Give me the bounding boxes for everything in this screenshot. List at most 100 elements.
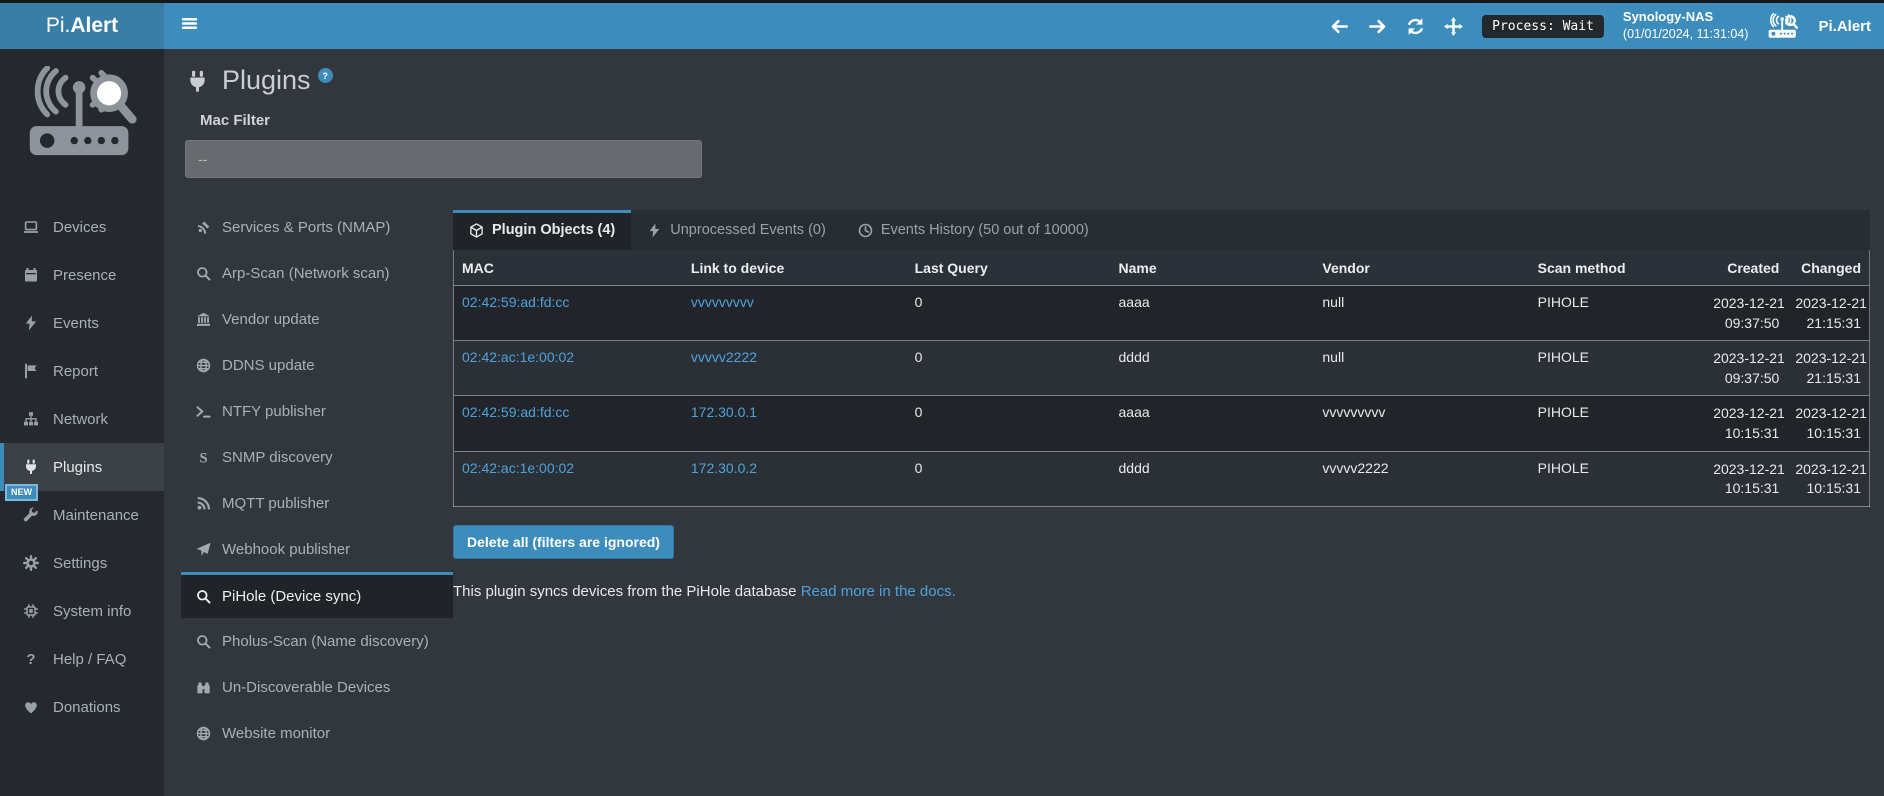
sidebar-item-label: Report <box>53 363 98 380</box>
delete-all-button[interactable]: Delete all (filters are ignored) <box>453 525 674 559</box>
sidebar-item-events[interactable]: Events <box>0 299 164 347</box>
sidebar-item-label: Presence <box>53 267 116 284</box>
cell-name: aaaa <box>1111 396 1315 451</box>
column-header-vendor: Vendor <box>1314 250 1529 286</box>
paper-plane-icon <box>195 542 212 557</box>
plugin-nav-item-snmp-discovery[interactable]: SSNMP discovery <box>181 434 453 480</box>
svg-text:?: ? <box>26 651 35 667</box>
pialert-logo <box>0 66 164 163</box>
forward-icon[interactable] <box>1368 17 1387 36</box>
router-logo-icon <box>1767 13 1799 40</box>
cell-changed: 2023-12-2121:15:31 <box>1787 341 1869 396</box>
cell-name: dddd <box>1111 451 1315 506</box>
plug-icon <box>22 459 40 475</box>
device-link[interactable]: 172.30.0.1 <box>691 404 757 420</box>
plugin-nav-item-webhook-publisher[interactable]: Webhook publisher <box>181 526 453 572</box>
plug-icon <box>186 70 209 98</box>
cell-last-query: 0 <box>907 341 1111 396</box>
mac-link[interactable]: 02:42:ac:1e:00:02 <box>462 349 574 365</box>
search-icon <box>195 266 212 281</box>
cell-mac: 02:42:59:ad:fd:cc <box>454 286 683 341</box>
help-badge[interactable]: ? <box>318 68 333 83</box>
cell-changed: 2023-12-2121:15:31 <box>1787 286 1869 341</box>
globe-icon <box>195 726 212 741</box>
wrench-icon <box>22 507 40 523</box>
laptop-icon <box>22 219 40 235</box>
mac-link[interactable]: 02:42:59:ad:fd:cc <box>462 294 569 310</box>
brand-prefix: Pi. <box>46 14 71 38</box>
sidebar-item-settings[interactable]: Settings <box>0 539 164 587</box>
plugin-nav-label: Vendor update <box>222 311 320 328</box>
mac-link[interactable]: 02:42:59:ad:fd:cc <box>462 404 569 420</box>
sidebar-item-devices[interactable]: Devices <box>0 203 164 251</box>
plugin-nav-label: Services & Ports (NMAP) <box>222 219 390 236</box>
sidebar-item-maintenance[interactable]: MaintenanceNEW <box>0 491 164 539</box>
column-header-link-to-device: Link to device <box>683 250 907 286</box>
sitemap-icon <box>22 411 40 427</box>
cell-scan-method: PIHOLE <box>1530 341 1706 396</box>
cell-created: 2023-12-2110:15:31 <box>1705 451 1787 506</box>
plugin-nav-item-ntfy-publisher[interactable]: NTFY publisher <box>181 388 453 434</box>
plugin-objects-table: MACLink to deviceLast QueryNameVendorSca… <box>453 250 1870 507</box>
new-badge: NEW <box>5 484 38 501</box>
plugin-nav-label: Website monitor <box>222 725 330 742</box>
plugin-nav-item-pihole-device-sync[interactable]: PiHole (Device sync) <box>181 572 453 618</box>
menu-toggle-button[interactable] <box>164 3 214 49</box>
search-icon <box>195 634 212 649</box>
brand-logo[interactable]: Pi.Alert <box>0 3 164 49</box>
brand-suffix: Alert <box>70 14 118 38</box>
sidebar: Devices Presence Events Report Network Plugin… <box>0 49 164 796</box>
cell-mac: 02:42:59:ad:fd:cc <box>454 396 683 451</box>
column-header-scan-method: Scan method <box>1530 250 1706 286</box>
tab-label: Events History (50 out of 10000) <box>881 222 1089 238</box>
tab-label: Unprocessed Events (0) <box>670 222 826 238</box>
plugin-nav-item-ddns-update[interactable]: DDNS update <box>181 342 453 388</box>
mac-link[interactable]: 02:42:ac:1e:00:02 <box>462 460 574 476</box>
cell-mac: 02:42:ac:1e:00:02 <box>454 341 683 396</box>
sidebar-item-help-faq[interactable]: ?Help / FAQ <box>0 635 164 683</box>
cell-vendor: null <box>1314 341 1529 396</box>
sidebar-item-label: System info <box>53 603 131 620</box>
refresh-icon[interactable] <box>1406 17 1425 36</box>
cell-scan-method: PIHOLE <box>1530 286 1706 341</box>
flag-icon <box>22 363 40 379</box>
plugin-detail: Plugin Objects (4) Unprocessed Events (0)… <box>453 210 1870 600</box>
table-header-row: MACLink to deviceLast QueryNameVendorSca… <box>454 250 1870 286</box>
page-header: Plugins ? <box>186 65 1870 98</box>
sidebar-item-system-info[interactable]: System info <box>0 587 164 635</box>
plugin-nav-label: NTFY publisher <box>222 403 326 420</box>
plugin-nav-item-website-monitor[interactable]: Website monitor <box>181 710 453 756</box>
cell-name: dddd <box>1111 341 1315 396</box>
cell-scan-method: PIHOLE <box>1530 396 1706 451</box>
column-header-created: Created <box>1705 250 1787 286</box>
cell-changed: 2023-12-2110:15:31 <box>1787 396 1869 451</box>
host-name: Synology-NAS <box>1623 9 1713 24</box>
sidebar-item-network[interactable]: Network <box>0 395 164 443</box>
tab-plugin-objects-4[interactable]: Plugin Objects (4) <box>453 210 631 250</box>
tab-unprocessed-events-0[interactable]: Unprocessed Events (0) <box>631 210 842 250</box>
sidebar-item-label: Plugins <box>53 459 102 476</box>
plugin-nav-label: Arp-Scan (Network scan) <box>222 265 390 282</box>
plugin-nav-item-arp-scan-network-scan[interactable]: Arp-Scan (Network scan) <box>181 250 453 296</box>
topbar: Pi.Alert Process: Wait Synology-NAS (01/… <box>0 0 1884 49</box>
docs-link[interactable]: Read more in the docs. <box>801 583 956 600</box>
tab-events-history-50-out-of-10000[interactable]: Events History (50 out of 10000) <box>842 210 1105 250</box>
device-link[interactable]: 172.30.0.2 <box>691 460 757 476</box>
sidebar-item-donations[interactable]: Donations <box>0 683 164 731</box>
plugin-nav-item-services-ports-nmap[interactable]: Services & Ports (NMAP) <box>181 204 453 250</box>
mac-filter-input[interactable] <box>185 140 702 178</box>
sidebar-nav: Devices Presence Events Report Network Plugin… <box>0 203 164 731</box>
plugin-nav-item-pholus-scan-name-discovery[interactable]: Pholus-Scan (Name discovery) <box>181 618 453 664</box>
table-row: 02:42:ac:1e:00:02 vvvvv2222 0ddddnullPIHOL… <box>454 341 1870 396</box>
plugin-nav-item-vendor-update[interactable]: Vendor update <box>181 296 453 342</box>
cell-link: vvvvvvvvv <box>683 286 907 341</box>
device-link[interactable]: vvvvvvvvv <box>691 294 754 310</box>
back-icon[interactable] <box>1330 17 1349 36</box>
tab-label: Plugin Objects (4) <box>492 222 615 238</box>
plugin-nav-item-mqtt-publisher[interactable]: MQTT publisher <box>181 480 453 526</box>
device-link[interactable]: vvvvv2222 <box>691 349 757 365</box>
plugin-nav-item-un-discoverable-devices[interactable]: Un-Discoverable Devices <box>181 664 453 710</box>
move-icon[interactable] <box>1444 17 1463 36</box>
sidebar-item-presence[interactable]: Presence <box>0 251 164 299</box>
sidebar-item-report[interactable]: Report <box>0 347 164 395</box>
